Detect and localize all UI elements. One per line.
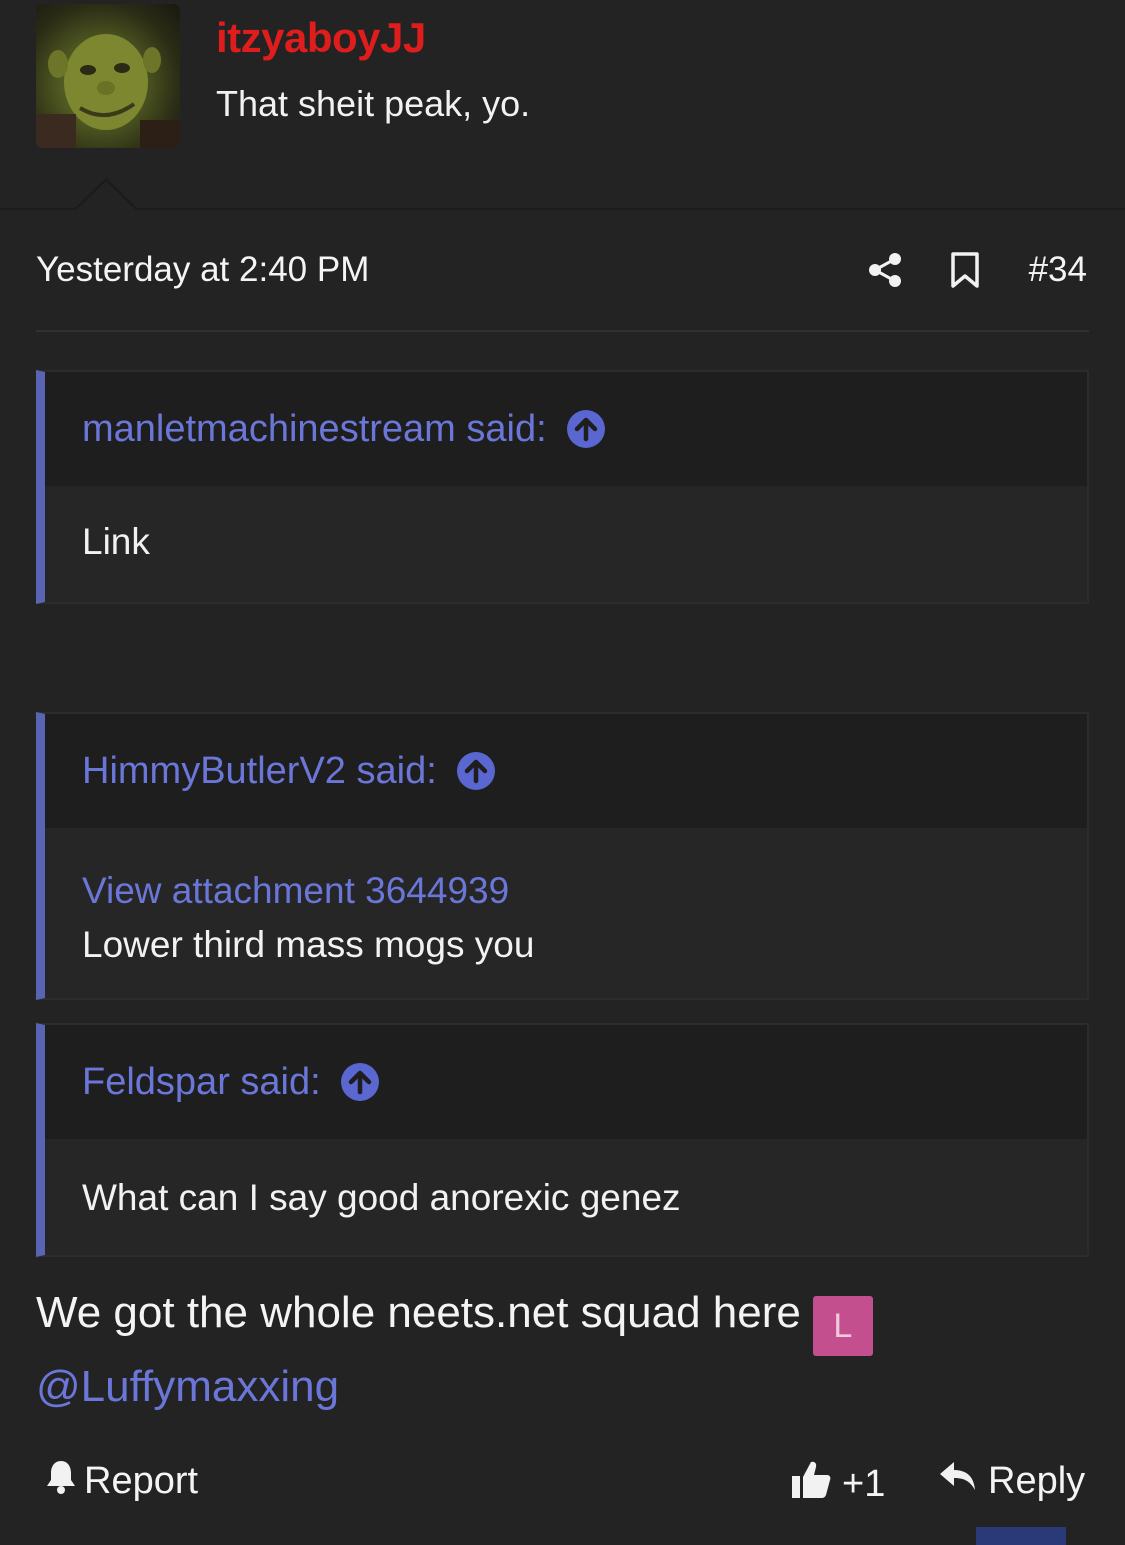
post-user-header: itzyaboyJJ That sheit peak, yo.	[0, 0, 1125, 210]
arrow-notch-inner	[76, 181, 136, 210]
avatar[interactable]	[36, 4, 180, 148]
reply-button[interactable]: Reply	[938, 1458, 1085, 1504]
quote-body: Link	[45, 486, 1087, 563]
quote-header: manletmachinestream said:	[45, 372, 1087, 486]
share-icon[interactable]	[863, 248, 907, 292]
bottom-tab-indicator	[976, 1527, 1066, 1545]
message-text: We got the whole neets.net squad here	[36, 1288, 801, 1337]
quote-author-link[interactable]: Feldspar said:	[82, 1061, 321, 1104]
go-to-post-icon[interactable]	[456, 752, 495, 790]
reply-label: Reply	[988, 1459, 1086, 1502]
meta-divider	[36, 330, 1089, 332]
go-to-post-icon[interactable]	[340, 1063, 379, 1101]
post-meta-actions: #34	[863, 248, 1087, 292]
quote-author-link[interactable]: HimmyButlerV2 said:	[82, 750, 437, 793]
like-count: +1	[842, 1462, 886, 1505]
quote-block: HimmyButlerV2 said: View attachment 3644…	[36, 712, 1089, 1000]
quote-author-link[interactable]: manletmachinestream said:	[82, 408, 547, 451]
post-date[interactable]: Yesterday at 2:40 PM	[36, 250, 369, 290]
thumbs-up-icon	[790, 1458, 832, 1510]
bookmark-icon[interactable]	[943, 248, 987, 292]
header-divider	[0, 208, 1125, 210]
quote-block: Feldspar said: What can I say good anore…	[36, 1023, 1089, 1257]
quote-header: Feldspar said:	[45, 1025, 1087, 1139]
post-number-link[interactable]: #34	[1029, 250, 1087, 290]
mention-avatar[interactable]: L	[812, 1296, 873, 1356]
attachment-link[interactable]: View attachment 3644939	[82, 864, 1087, 918]
quote-text: What can I say good anorexic genez	[82, 1177, 681, 1218]
user-title: That sheit peak, yo.	[216, 83, 531, 124]
quote-body: What can I say good anorexic genez	[45, 1139, 1087, 1219]
report-label: Report	[84, 1459, 199, 1502]
username[interactable]: itzyaboyJJ	[216, 14, 426, 62]
go-to-post-icon[interactable]	[566, 410, 605, 448]
quote-body: View attachment 3644939 Lower third mass…	[45, 828, 1087, 972]
quote-text: Lower third mass mogs you	[82, 924, 535, 965]
bell-icon	[44, 1458, 78, 1504]
quote-text: Link	[82, 521, 150, 562]
user-mention-link[interactable]: @Luffymaxxing	[36, 1362, 339, 1411]
post-message: We got the whole neets.net squad here L @…	[36, 1282, 1096, 1418]
reply-icon	[938, 1458, 978, 1504]
thread-post: itzyaboyJJ That sheit peak, yo. Yesterda…	[0, 0, 1125, 1545]
quote-block: manletmachinestream said: Link	[36, 370, 1089, 604]
like-button[interactable]: +1	[790, 1458, 885, 1510]
report-button[interactable]: Report	[44, 1458, 198, 1504]
quote-header: HimmyButlerV2 said:	[45, 714, 1087, 828]
